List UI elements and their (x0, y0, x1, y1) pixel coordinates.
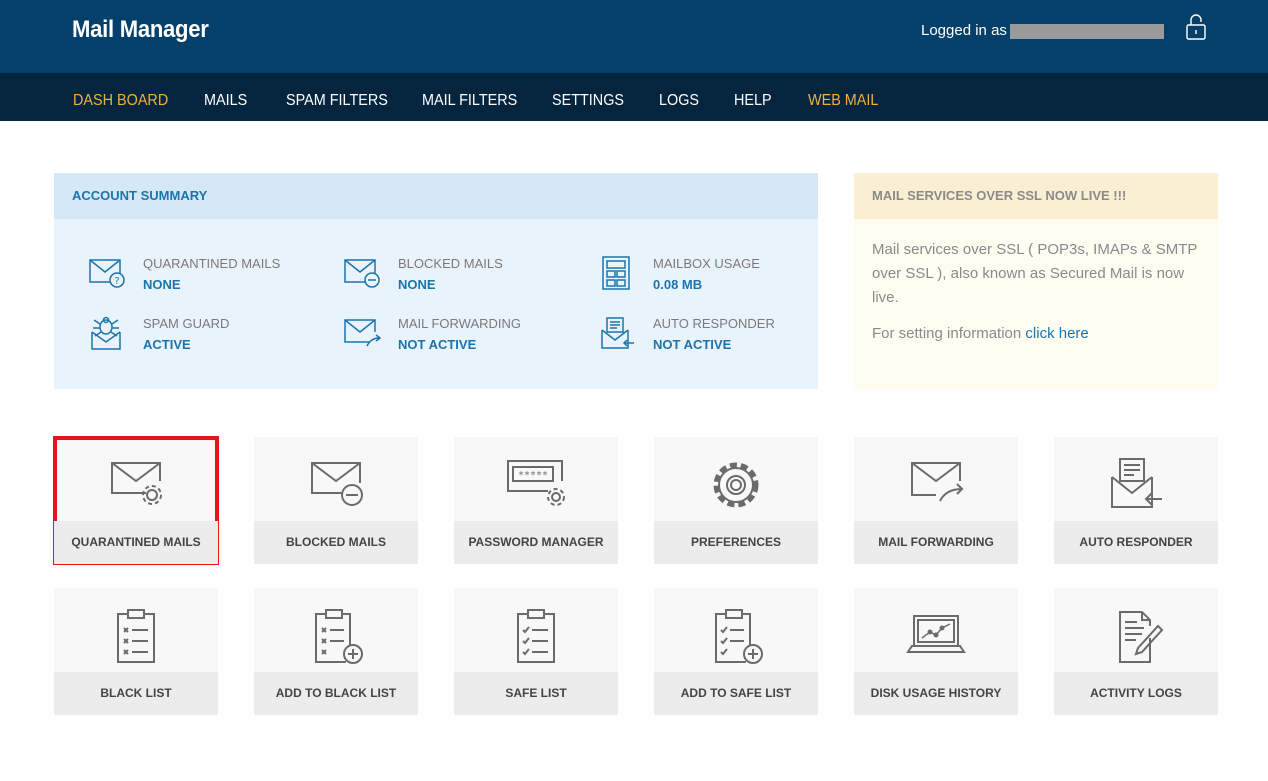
storage-icon (602, 256, 630, 290)
tile-blocked-mails[interactable]: BLOCKED MAILS (254, 437, 418, 564)
tile-label: QUARANTINED MAILS (54, 521, 218, 564)
tile-label: PASSWORD MANAGER (454, 521, 618, 564)
ssl-notice-panel: MAIL SERVICES OVER SSL NOW LIVE !!! Mail… (854, 173, 1218, 389)
auto-responder-icon (601, 317, 634, 349)
tile-label: PREFERENCES (654, 521, 818, 564)
clipboard-x-icon (117, 609, 155, 663)
tile-add-to-safe-list[interactable]: ADD TO SAFE LIST (654, 588, 818, 715)
document-pen-icon (1119, 611, 1164, 663)
tile-label: AUTO RESPONDER (1054, 521, 1218, 564)
tile-label: MAIL FORWARDING (854, 521, 1018, 564)
clipboard-check-add-icon (715, 609, 763, 664)
tile-label: BLOCKED MAILS (254, 521, 418, 564)
summary-label: BLOCKED MAILS (398, 256, 503, 271)
svg-text:?: ? (114, 276, 119, 287)
spam-guard-icon (91, 316, 121, 350)
mail-blocked-icon (311, 462, 363, 506)
nav-web-mail[interactable]: WEB MAIL (808, 92, 878, 110)
auto-responder-icon (1111, 458, 1162, 508)
gear-icon (713, 462, 759, 508)
summary-value: NOT ACTIVE (398, 337, 477, 352)
tile-quarantined-mails[interactable]: QUARANTINED MAILS (53, 436, 219, 565)
top-header: Mail Manager Logged in as (0, 0, 1268, 73)
lock-icon[interactable] (1184, 13, 1208, 41)
nav-mail-filters[interactable]: MAIL FILTERS (422, 92, 517, 110)
app-title: Mail Manager (72, 16, 209, 43)
nav-spam-filters[interactable]: SPAM FILTERS (286, 92, 388, 110)
tile-disk-usage-history[interactable]: DISK USAGE HISTORY (854, 588, 1018, 715)
logged-in-label: Logged in as (921, 22, 1007, 39)
summary-value: NONE (398, 277, 436, 292)
mail-question-icon: ? (89, 259, 125, 288)
summary-label: MAIL FORWARDING (398, 316, 522, 331)
click-here-link[interactable]: click here (1025, 325, 1088, 342)
nav-mails[interactable]: MAILS (204, 92, 247, 110)
tile-add-to-black-list[interactable]: ADD TO BLACK LIST (254, 588, 418, 715)
main-nav: DASH BOARD MAILS SPAM FILTERS MAIL FILTE… (0, 73, 1268, 121)
tile-mail-forwarding[interactable]: MAIL FORWARDING (854, 437, 1018, 564)
nav-settings[interactable]: SETTINGS (552, 92, 624, 110)
summary-label: SPAM GUARD (143, 316, 230, 331)
nav-dashboard[interactable]: DASH BOARD (73, 92, 168, 110)
password-mask: ***** (518, 470, 548, 481)
tile-preferences[interactable]: PREFERENCES (654, 437, 818, 564)
summary-label: QUARANTINED MAILS (143, 256, 281, 271)
tile-activity-logs[interactable]: ACTIVITY LOGS (1054, 588, 1218, 715)
tile-label: ADD TO BLACK LIST (254, 672, 418, 715)
summary-value: 0.08 MB (653, 277, 703, 292)
tile-label: DISK USAGE HISTORY (854, 672, 1018, 715)
summary-label: AUTO RESPONDER (653, 316, 775, 331)
ssl-notice-text: Mail services over SSL ( POP3s, IMAPs & … (872, 241, 1198, 306)
summary-value: NOT ACTIVE (653, 337, 732, 352)
nav-help[interactable]: HELP (734, 92, 772, 110)
laptop-chart-icon (906, 615, 966, 653)
mail-gear-icon (111, 462, 162, 505)
ssl-setting-line: For setting information click here (872, 322, 1200, 346)
mail-blocked-icon (344, 259, 380, 288)
summary-value: NONE (143, 277, 181, 292)
account-summary-title: ACCOUNT SUMMARY (54, 173, 818, 219)
redacted-username (1010, 24, 1164, 39)
tile-label: SAFE LIST (454, 672, 618, 715)
tile-label: BLACK LIST (54, 672, 218, 715)
summary-value: ACTIVE (143, 337, 191, 352)
ssl-setting-prefix: For setting information (872, 325, 1026, 342)
mail-forward-icon (344, 319, 382, 347)
tile-password-manager[interactable]: ***** PASSWORD MANAGER (454, 437, 618, 564)
mail-forward-icon (911, 462, 964, 502)
password-gear-icon: ***** (507, 460, 565, 506)
clipboard-check-icon (517, 609, 555, 663)
ssl-notice-title: MAIL SERVICES OVER SSL NOW LIVE !!! (854, 173, 1218, 219)
clipboard-x-add-icon (315, 609, 363, 664)
tile-black-list[interactable]: BLACK LIST (54, 588, 218, 715)
summary-label: MAILBOX USAGE (653, 256, 760, 271)
tile-label: ACTIVITY LOGS (1054, 672, 1218, 715)
tile-auto-responder[interactable]: AUTO RESPONDER (1054, 437, 1218, 564)
tile-safe-list[interactable]: SAFE LIST (454, 588, 618, 715)
tile-label: ADD TO SAFE LIST (654, 672, 818, 715)
nav-logs[interactable]: LOGS (659, 92, 699, 110)
account-summary-panel: ACCOUNT SUMMARY ? QUARANTINED MAILS NONE… (54, 173, 818, 389)
